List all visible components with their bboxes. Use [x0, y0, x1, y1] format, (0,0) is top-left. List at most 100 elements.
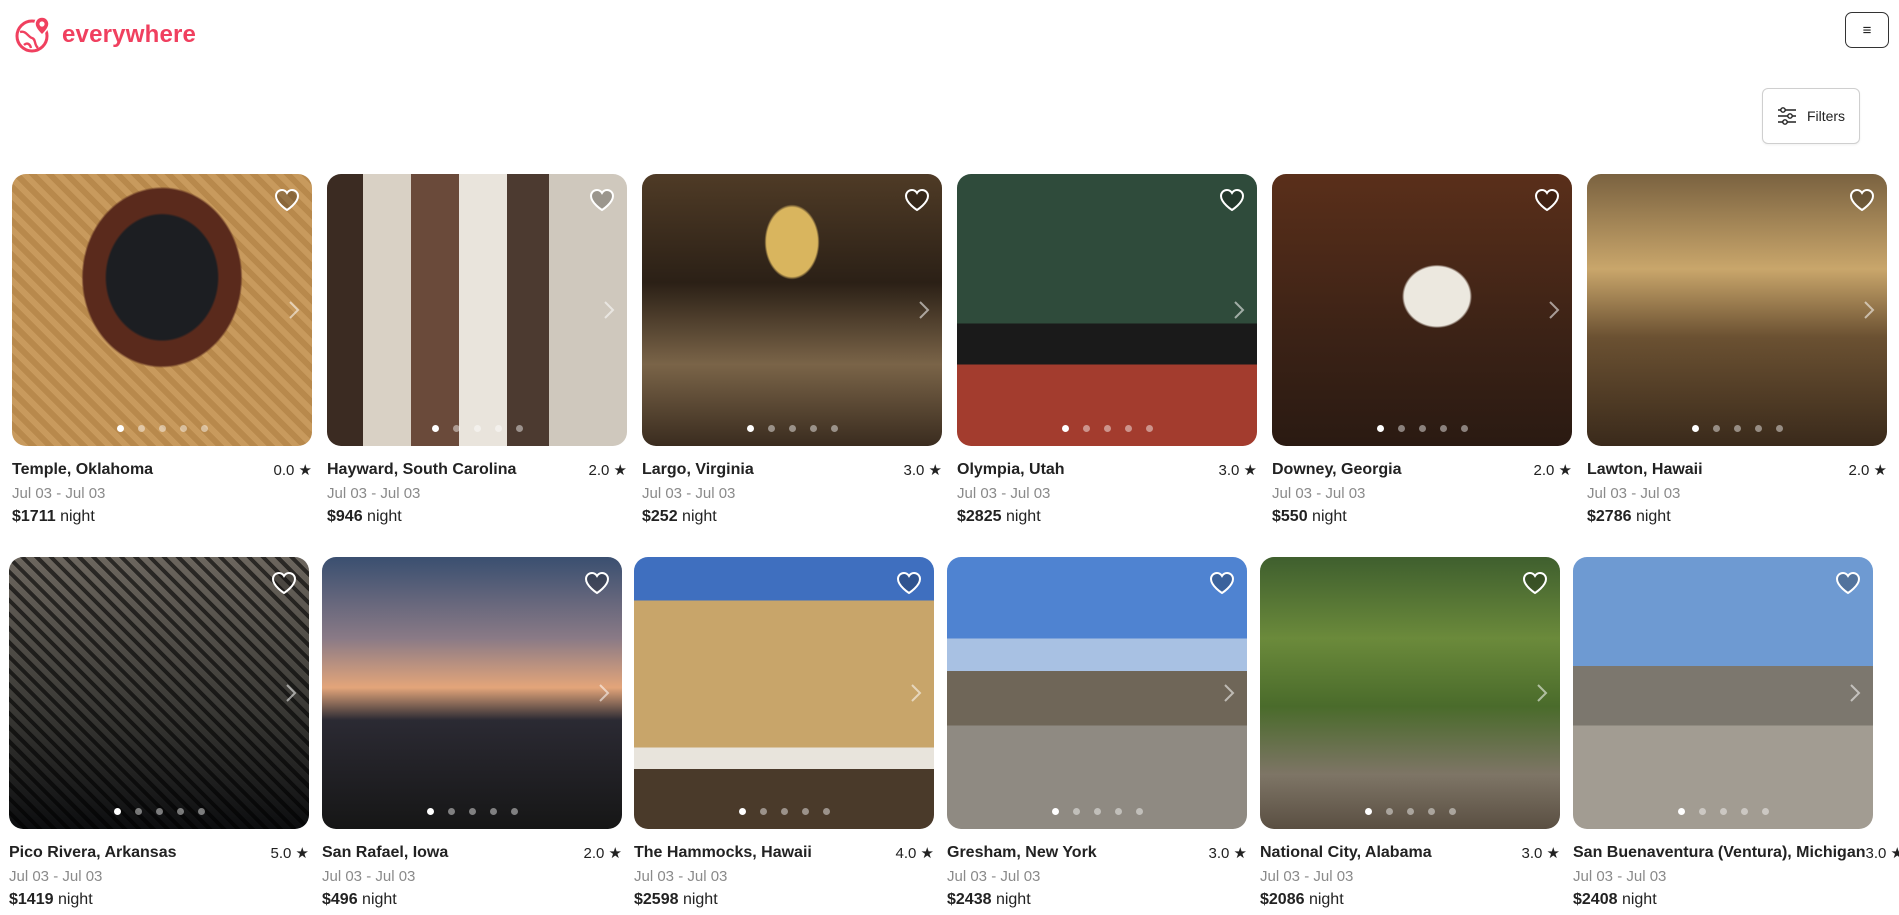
listing-card[interactable]: Gresham, New York 3.0 ★ Jul 03 - Jul 03 … — [947, 557, 1247, 909]
carousel-dot[interactable] — [197, 808, 205, 815]
heart-icon[interactable] — [274, 188, 300, 212]
heart-icon[interactable] — [1849, 188, 1875, 212]
listing-title[interactable]: Downey, Georgia — [1272, 461, 1402, 479]
listing-card[interactable]: Olympia, Utah 3.0 ★ Jul 03 - Jul 03 $282… — [957, 174, 1257, 526]
carousel-dot[interactable] — [1427, 808, 1435, 815]
listing-photo[interactable] — [1272, 174, 1572, 446]
carousel-dot[interactable] — [515, 425, 523, 432]
carousel-dot[interactable] — [830, 425, 838, 432]
carousel-dot[interactable] — [809, 425, 817, 432]
listing-photo[interactable] — [322, 557, 622, 829]
carousel-dot[interactable] — [1072, 808, 1080, 815]
carousel-dot[interactable] — [788, 425, 796, 432]
carousel-dot[interactable] — [1376, 425, 1384, 432]
carousel-dot[interactable] — [1418, 425, 1426, 432]
chevron-right-icon[interactable] — [1233, 300, 1245, 320]
carousel-dot[interactable] — [1439, 425, 1447, 432]
listing-title[interactable]: San Buenaventura (Ventura), Michigan — [1573, 844, 1866, 862]
menu-button[interactable]: ≡ — [1845, 12, 1889, 48]
carousel-dot[interactable] — [426, 808, 434, 815]
chevron-right-icon[interactable] — [910, 683, 922, 703]
carousel-dot[interactable] — [1448, 808, 1456, 815]
chevron-right-icon[interactable] — [598, 683, 610, 703]
carousel-dot[interactable] — [1719, 808, 1727, 815]
heart-icon[interactable] — [1522, 571, 1548, 595]
carousel-dot[interactable] — [1114, 808, 1122, 815]
carousel-dot[interactable] — [1677, 808, 1685, 815]
carousel-dot[interactable] — [801, 808, 809, 815]
carousel-dot[interactable] — [1082, 425, 1090, 432]
chevron-right-icon[interactable] — [918, 300, 930, 320]
carousel-dot[interactable] — [489, 808, 497, 815]
carousel-dot[interactable] — [822, 808, 830, 815]
carousel-dot[interactable] — [1698, 808, 1706, 815]
carousel-dot[interactable] — [1775, 425, 1783, 432]
listing-photo[interactable] — [642, 174, 942, 446]
carousel-dot[interactable] — [1124, 425, 1132, 432]
listing-photo[interactable] — [327, 174, 627, 446]
chevron-right-icon[interactable] — [288, 300, 300, 320]
heart-icon[interactable] — [1219, 188, 1245, 212]
carousel-dot[interactable] — [780, 808, 788, 815]
chevron-right-icon[interactable] — [1536, 683, 1548, 703]
carousel-dot[interactable] — [1712, 425, 1720, 432]
carousel-dot[interactable] — [1061, 425, 1069, 432]
listing-card[interactable]: The Hammocks, Hawaii 4.0 ★ Jul 03 - Jul … — [634, 557, 934, 909]
carousel-dot[interactable] — [1103, 425, 1111, 432]
chevron-right-icon[interactable] — [603, 300, 615, 320]
carousel-dot[interactable] — [176, 808, 184, 815]
listing-photo[interactable] — [9, 557, 309, 829]
listing-card[interactable]: San Buenaventura (Ventura), Michigan 3.0… — [1573, 557, 1899, 909]
carousel-dot[interactable] — [1093, 808, 1101, 815]
heart-icon[interactable] — [1209, 571, 1235, 595]
listing-title[interactable]: Temple, Oklahoma — [12, 461, 153, 479]
carousel-dot[interactable] — [738, 808, 746, 815]
carousel-dot[interactable] — [1460, 425, 1468, 432]
brand-logo[interactable]: everywhere — [14, 15, 196, 55]
listing-photo[interactable] — [1260, 557, 1560, 829]
carousel-dot[interactable] — [200, 425, 208, 432]
listing-title[interactable]: Hayward, South Carolina — [327, 461, 516, 479]
carousel-dot[interactable] — [1397, 425, 1405, 432]
listing-title[interactable]: The Hammocks, Hawaii — [634, 844, 812, 862]
listing-card[interactable]: Pico Rivera, Arkansas 5.0 ★ Jul 03 - Jul… — [9, 557, 309, 909]
carousel-dot[interactable] — [158, 425, 166, 432]
listing-title[interactable]: Pico Rivera, Arkansas — [9, 844, 177, 862]
listing-photo[interactable] — [947, 557, 1247, 829]
listing-card[interactable]: National City, Alabama 3.0 ★ Jul 03 - Ju… — [1260, 557, 1560, 909]
listing-card[interactable]: Largo, Virginia 3.0 ★ Jul 03 - Jul 03 $2… — [642, 174, 942, 526]
carousel-dot[interactable] — [431, 425, 439, 432]
listing-photo[interactable] — [957, 174, 1257, 446]
listing-card[interactable]: Temple, Oklahoma 0.0 ★ Jul 03 - Jul 03 $… — [12, 174, 312, 526]
carousel-dot[interactable] — [1733, 425, 1741, 432]
listing-title[interactable]: Largo, Virginia — [642, 461, 754, 479]
carousel-dot[interactable] — [759, 808, 767, 815]
carousel-dot[interactable] — [113, 808, 121, 815]
listing-title[interactable]: Gresham, New York — [947, 844, 1097, 862]
listing-title[interactable]: Olympia, Utah — [957, 461, 1065, 479]
carousel-dot[interactable] — [116, 425, 124, 432]
chevron-right-icon[interactable] — [1548, 300, 1560, 320]
listing-card[interactable]: Downey, Georgia 2.0 ★ Jul 03 - Jul 03 $5… — [1272, 174, 1572, 526]
chevron-right-icon[interactable] — [1849, 683, 1861, 703]
carousel-dot[interactable] — [137, 425, 145, 432]
carousel-dot[interactable] — [452, 425, 460, 432]
heart-icon[interactable] — [1835, 571, 1861, 595]
listing-title[interactable]: San Rafael, Iowa — [322, 844, 448, 862]
chevron-right-icon[interactable] — [1863, 300, 1875, 320]
chevron-right-icon[interactable] — [285, 683, 297, 703]
carousel-dot[interactable] — [767, 425, 775, 432]
carousel-dot[interactable] — [447, 808, 455, 815]
carousel-dot[interactable] — [468, 808, 476, 815]
heart-icon[interactable] — [589, 188, 615, 212]
listing-photo[interactable] — [634, 557, 934, 829]
carousel-dot[interactable] — [746, 425, 754, 432]
carousel-dot[interactable] — [1385, 808, 1393, 815]
carousel-dot[interactable] — [1364, 808, 1372, 815]
carousel-dot[interactable] — [1145, 425, 1153, 432]
carousel-dot[interactable] — [1406, 808, 1414, 815]
carousel-dot[interactable] — [179, 425, 187, 432]
heart-icon[interactable] — [1534, 188, 1560, 212]
carousel-dot[interactable] — [473, 425, 481, 432]
heart-icon[interactable] — [584, 571, 610, 595]
